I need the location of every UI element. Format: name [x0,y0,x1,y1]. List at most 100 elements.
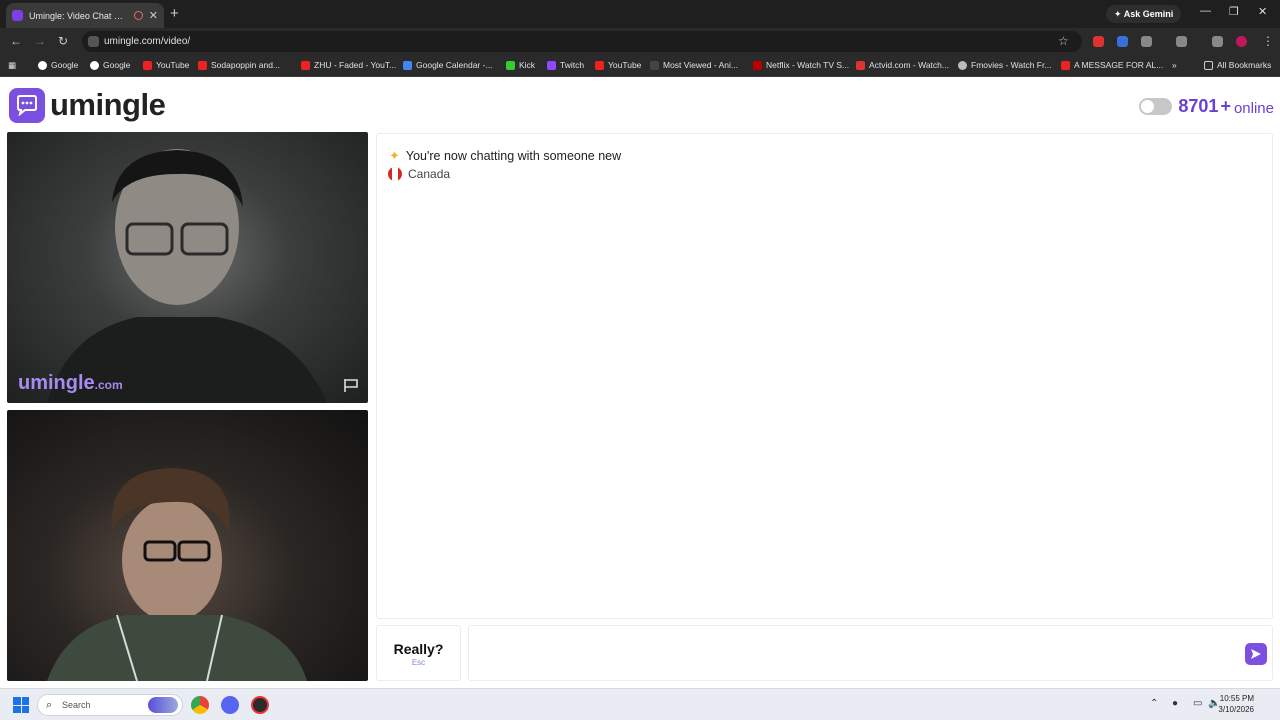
chat-input[interactable] [479,636,1239,670]
bookmark-label: Twitch [560,60,585,70]
reload-icon[interactable]: ↻ [58,34,68,48]
partner-country: Canada [388,167,450,181]
search-placeholder: Search [62,700,91,710]
ask-gemini-label: Ask Gemini [1123,9,1174,19]
folder-icon [1204,60,1213,70]
bookmark-label: Google Calendar -... [416,60,493,70]
url-bar[interactable]: umingle.com/video/ [82,31,1082,52]
site-logo[interactable]: umingle [9,87,166,123]
online-count: 8701 [1178,96,1219,116]
chrome-icon[interactable] [191,696,209,714]
theme-toggle[interactable] [1139,98,1173,115]
bookmark-label: Actvid.com - Watch... [869,60,949,70]
back-icon[interactable]: ← [10,34,22,48]
all-bookmarks-button[interactable]: All Bookmarks [1204,60,1271,70]
brand-name: umingle [50,87,166,122]
clock-time: 10:55 PM [1219,694,1254,703]
bookmark-label: Kick [519,60,536,70]
bookmark-item[interactable]: Most Viewed - Ani... [650,60,738,70]
bookmark-star-icon[interactable]: ☆ [1058,34,1069,48]
browser-tab[interactable]: Umingle: Video Chat with St ✕ [6,3,164,28]
bookmark-item[interactable]: Google [38,60,78,70]
google-icon [90,60,99,70]
more-bookmarks-icon[interactable]: » [1172,60,1177,70]
youtube-icon [595,60,604,70]
report-flag-icon[interactable] [343,378,360,393]
google-icon [38,60,47,70]
obs-icon[interactable] [251,696,269,714]
bookmark-label: ZHU - Faded - YouT... [314,60,397,70]
bookmark-item[interactable]: YouTube [595,60,641,70]
send-icon [1251,649,1261,659]
bookmark-label: Sodapoppin and... [211,60,281,70]
online-plus: + [1220,96,1231,116]
extensions-puzzle-icon[interactable] [1141,36,1152,47]
canada-flag-icon [388,167,402,181]
country-name: Canada [408,167,451,181]
bookmark-item[interactable]: Sodapoppin and... [198,60,280,70]
send-button[interactable] [1245,643,1267,665]
media-controls-icon[interactable] [1212,36,1223,47]
chat-log: ✦ You're now chatting with someone new C… [376,133,1273,619]
browser-tab-bar: Umingle: Video Chat with St ✕ + ✦ Ask Ge… [0,0,1280,28]
bookmark-item[interactable]: Google [90,60,130,70]
kick-icon [506,60,515,70]
self-figure [47,468,307,681]
stranger-video: umingle.com [7,132,368,403]
cast-icon[interactable] [1176,36,1187,47]
menu-kebab-icon[interactable]: ⋮ [1262,34,1274,48]
bookmark-item[interactable]: YouTube [143,60,189,70]
bookmark-item[interactable]: Fmovies - Watch Fr... [958,60,1051,70]
bookmark-label: Google [103,60,131,70]
windows-start-icon[interactable] [13,697,29,713]
new-tab-button[interactable]: + [170,5,179,22]
taskbar-search[interactable]: ⌕ Search [37,694,183,716]
url-text: umingle.com/video/ [104,36,191,47]
sparkle-icon: ✦ [389,148,400,163]
chat-bubble-icon [9,87,45,123]
extension-icon[interactable] [1117,36,1128,47]
extension-icon[interactable] [1093,36,1104,47]
discord-icon[interactable] [221,696,239,714]
tab-title: Umingle: Video Chat with St [29,10,128,21]
clock-date: 3/10/2026 [1218,705,1254,714]
close-window-icon[interactable]: ✕ [1258,5,1267,18]
search-icon: ⌕ [46,699,53,711]
bookmark-item[interactable]: Google Calendar -... [403,60,493,70]
youtube-icon [1061,60,1070,70]
bookmarks-bar: ▦ Google Google YouTube Sodapoppin and..… [0,55,1280,77]
youtube-icon [198,60,207,70]
bookmark-item[interactable]: Netflix - Watch TV S... [753,60,849,70]
bookmark-item[interactable]: Twitch [547,60,584,70]
toggle-knob [1141,100,1155,113]
ask-gemini-button[interactable]: ✦ Ask Gemini [1106,5,1182,23]
system-message: ✦ You're now chatting with someone new [389,148,621,164]
bookmark-item[interactable]: Actvid.com - Watch... [856,60,949,70]
twitch-icon [547,60,556,70]
stranger-figure [47,149,327,403]
netflix-icon [753,60,762,70]
calendar-icon [403,60,412,70]
display-icon[interactable]: ▭ [1193,698,1202,709]
apps-grid-icon[interactable]: ▦ [8,60,16,71]
restore-icon[interactable]: ❐ [1229,5,1239,18]
close-tab-icon[interactable]: ✕ [149,9,158,22]
system-message-text: You're now chatting with someone new [405,149,622,163]
microphone-icon[interactable]: ● [1172,698,1178,709]
profile-avatar-icon[interactable] [1236,36,1247,47]
tray-overflow-icon[interactable]: ⌃ [1150,698,1158,709]
watermark-text: umingle [18,372,95,394]
search-highlight-icon [148,697,178,713]
bookmark-item[interactable]: A MESSAGE FOR AL... [1061,60,1163,70]
minimize-icon[interactable]: — [1200,5,1211,17]
address-toolbar: ← → ↻ umingle.com/video/ ☆ ⋮ [0,28,1280,55]
skip-button[interactable]: Really? Esc [376,625,461,681]
bookmark-item[interactable]: ZHU - Faded - YouT... [301,60,396,70]
watermark-suffix: .com [94,378,123,392]
forward-icon[interactable]: → [34,34,46,48]
bookmark-label: YouTube [156,60,190,70]
site-info-icon[interactable] [88,36,99,47]
taskbar-clock[interactable]: 10:55 PM 3/10/2026 [1218,693,1254,715]
bookmark-label: Google [51,60,79,70]
bookmark-item[interactable]: Kick [506,60,535,70]
